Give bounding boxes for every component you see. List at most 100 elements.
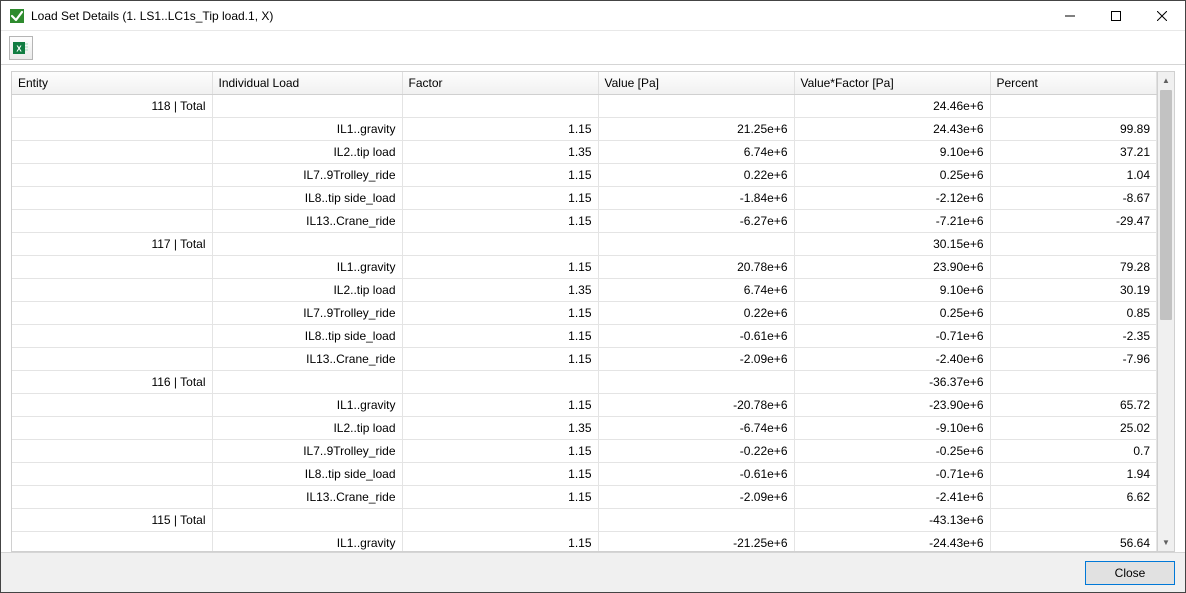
table-row[interactable]: 118 | Total24.46e+6 [12,95,1157,118]
svg-text:X: X [16,44,22,53]
cell-vf: -24.43e+6 [794,532,990,552]
cell-entity [12,486,212,509]
table-row[interactable]: IL13..Crane_ride1.15-6.27e+6-7.21e+6-29.… [12,210,1157,233]
cell-vf: -0.71e+6 [794,463,990,486]
cell-factor: 1.35 [402,417,598,440]
table-row[interactable]: IL7..9Trolley_ride1.150.22e+60.25e+60.85 [12,302,1157,325]
col-entity[interactable]: Entity [12,72,212,95]
table-row[interactable]: 116 | Total-36.37e+6 [12,371,1157,394]
table-row[interactable]: IL13..Crane_ride1.15-2.09e+6-2.40e+6-7.9… [12,348,1157,371]
scroll-down-arrow[interactable]: ▼ [1158,534,1174,551]
cell-load: IL7..9Trolley_ride [212,164,402,187]
cell-value: -0.61e+6 [598,325,794,348]
cell-value: 20.78e+6 [598,256,794,279]
table-row[interactable]: 115 | Total-43.13e+6 [12,509,1157,532]
table-row[interactable]: IL1..gravity1.1520.78e+623.90e+679.28 [12,256,1157,279]
cell-entity [12,394,212,417]
table-header-row: Entity Individual Load Factor Value [Pa]… [12,72,1157,95]
cell-load: IL2..tip load [212,141,402,164]
cell-pct [990,371,1157,394]
cell-vf: 9.10e+6 [794,279,990,302]
cell-value: 6.74e+6 [598,141,794,164]
cell-entity: 117 | Total [12,233,212,256]
vertical-scrollbar[interactable]: ▲ ▼ [1157,72,1174,551]
cell-pct: 99.89 [990,118,1157,141]
toolbar: X [1,31,1185,65]
cell-factor: 1.15 [402,118,598,141]
cell-pct: -7.96 [990,348,1157,371]
cell-factor: 1.15 [402,325,598,348]
cell-vf: 0.25e+6 [794,164,990,187]
cell-factor: 1.15 [402,164,598,187]
table-row[interactable]: IL8..tip side_load1.15-0.61e+6-0.71e+61.… [12,463,1157,486]
close-button-label: Close [1115,566,1146,580]
table-row[interactable]: IL2..tip load1.35-6.74e+6-9.10e+625.02 [12,417,1157,440]
cell-vf: -2.12e+6 [794,187,990,210]
cell-value [598,233,794,256]
cell-factor: 1.15 [402,463,598,486]
minimize-icon [1065,11,1075,21]
cell-vf: -43.13e+6 [794,509,990,532]
titlebar: Load Set Details (1. LS1..LC1s_Tip load.… [1,1,1185,31]
cell-value: -6.74e+6 [598,417,794,440]
content-area: Entity Individual Load Factor Value [Pa]… [1,65,1185,552]
col-factor[interactable]: Factor [402,72,598,95]
cell-value: -20.78e+6 [598,394,794,417]
cell-factor: 1.15 [402,394,598,417]
table-row[interactable]: IL2..tip load1.356.74e+69.10e+630.19 [12,279,1157,302]
cell-vf: 23.90e+6 [794,256,990,279]
cell-value [598,95,794,118]
table-row[interactable]: IL2..tip load1.356.74e+69.10e+637.21 [12,141,1157,164]
cell-load [212,371,402,394]
cell-load: IL13..Crane_ride [212,348,402,371]
table-row[interactable]: IL7..9Trolley_ride1.150.22e+60.25e+61.04 [12,164,1157,187]
minimize-button[interactable] [1047,1,1093,31]
cell-pct: -29.47 [990,210,1157,233]
col-value-factor[interactable]: Value*Factor [Pa] [794,72,990,95]
cell-entity [12,302,212,325]
table-row[interactable]: IL8..tip side_load1.15-1.84e+6-2.12e+6-8… [12,187,1157,210]
export-excel-button[interactable]: X [9,36,33,60]
close-button[interactable]: Close [1085,561,1175,585]
table-body: 118 | Total24.46e+6IL1..gravity1.1521.25… [12,95,1157,552]
cell-entity [12,348,212,371]
cell-load: IL8..tip side_load [212,187,402,210]
close-icon [1157,11,1167,21]
cell-pct: 1.94 [990,463,1157,486]
cell-load [212,233,402,256]
col-percent[interactable]: Percent [990,72,1157,95]
cell-factor: 1.15 [402,348,598,371]
cell-load: IL1..gravity [212,394,402,417]
cell-entity [12,210,212,233]
cell-vf: 24.46e+6 [794,95,990,118]
cell-entity: 116 | Total [12,371,212,394]
cell-load: IL13..Crane_ride [212,486,402,509]
cell-factor [402,509,598,532]
cell-load: IL7..9Trolley_ride [212,302,402,325]
table-row[interactable]: IL1..gravity1.1521.25e+624.43e+699.89 [12,118,1157,141]
cell-entity [12,141,212,164]
cell-factor: 1.15 [402,187,598,210]
app-window: Load Set Details (1. LS1..LC1s_Tip load.… [0,0,1186,593]
cell-entity [12,417,212,440]
maximize-button[interactable] [1093,1,1139,31]
scroll-up-arrow[interactable]: ▲ [1158,72,1174,89]
col-individual-load[interactable]: Individual Load [212,72,402,95]
load-set-table[interactable]: Entity Individual Load Factor Value [Pa]… [12,72,1157,551]
window-close-button[interactable] [1139,1,1185,31]
cell-value: -2.09e+6 [598,348,794,371]
cell-pct: 0.85 [990,302,1157,325]
col-value[interactable]: Value [Pa] [598,72,794,95]
scroll-thumb[interactable] [1160,90,1172,320]
cell-pct: 65.72 [990,394,1157,417]
table-row[interactable]: IL7..9Trolley_ride1.15-0.22e+6-0.25e+60.… [12,440,1157,463]
table-row[interactable]: 117 | Total30.15e+6 [12,233,1157,256]
table-row[interactable]: IL1..gravity1.15-20.78e+6-23.90e+665.72 [12,394,1157,417]
cell-pct: -8.67 [990,187,1157,210]
table-row[interactable]: IL8..tip side_load1.15-0.61e+6-0.71e+6-2… [12,325,1157,348]
table-row[interactable]: IL1..gravity1.15-21.25e+6-24.43e+656.64 [12,532,1157,552]
cell-vf: -2.41e+6 [794,486,990,509]
table-row[interactable]: IL13..Crane_ride1.15-2.09e+6-2.41e+66.62 [12,486,1157,509]
cell-factor: 1.15 [402,256,598,279]
cell-pct: 79.28 [990,256,1157,279]
